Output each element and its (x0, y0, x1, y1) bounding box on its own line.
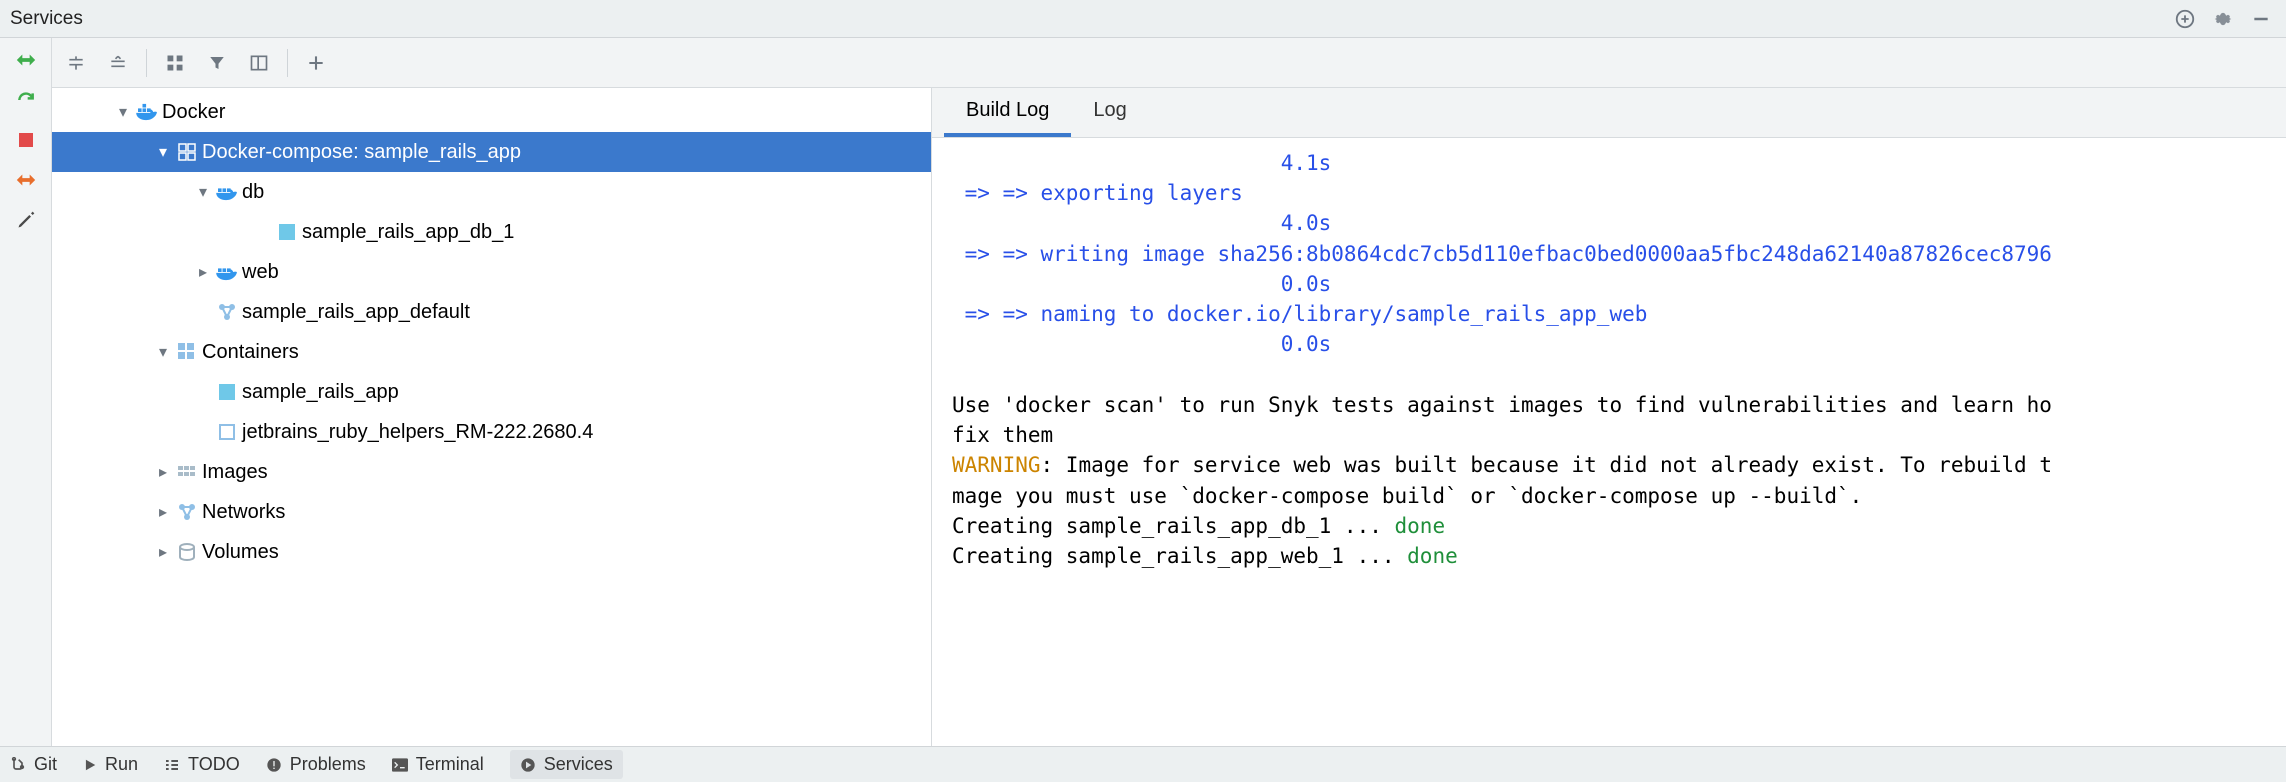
statusbar-problems[interactable]: Problems (266, 754, 366, 775)
gear-icon[interactable] (2208, 4, 2238, 34)
left-gutter (0, 38, 52, 746)
tree-node-db[interactable]: ▾ db (52, 172, 931, 212)
volumes-icon (174, 543, 200, 561)
network-icon (174, 503, 200, 521)
console-output[interactable]: 4.1s => => exporting layers 4.0s => => w… (932, 138, 2286, 746)
tree-node-compose[interactable]: ▾ Docker-compose: sample_rails_app (52, 132, 931, 172)
container-running-icon (214, 384, 240, 400)
layout-icon[interactable] (245, 49, 273, 77)
network-icon (214, 303, 240, 321)
add-icon[interactable] (302, 49, 330, 77)
chevron-right-icon: ▸ (152, 462, 174, 482)
container-running-icon (274, 224, 300, 240)
hide-icon[interactable] (2246, 4, 2276, 34)
docker-service-icon (214, 263, 240, 281)
tree-label: Containers (202, 341, 299, 364)
tree-label: db (242, 181, 264, 204)
chevron-right-icon: ▸ (192, 262, 214, 282)
statusbar-todo[interactable]: TODO (164, 754, 240, 775)
tree-label: Volumes (202, 541, 279, 564)
output-panel: Build Log Log 4.1s => => exporting layer… (932, 88, 2286, 746)
container-stopped-icon (214, 424, 240, 440)
compose-icon (174, 143, 200, 161)
tree-node-networks[interactable]: ▸ Networks (52, 492, 931, 532)
chevron-right-icon: ▸ (152, 502, 174, 522)
tree-node-web[interactable]: ▸ web (52, 252, 931, 292)
tab-log[interactable]: Log (1071, 88, 1148, 137)
tree-node-container-app[interactable]: sample_rails_app (52, 372, 931, 412)
statusbar-run[interactable]: Run (83, 754, 138, 775)
collapse-all-icon[interactable] (104, 49, 132, 77)
chevron-down-icon: ▾ (152, 142, 174, 162)
statusbar-git[interactable]: Git (10, 754, 57, 775)
edit-icon[interactable] (12, 206, 40, 234)
separator (287, 49, 288, 77)
chevron-down-icon: ▾ (112, 102, 134, 122)
tree-node-images[interactable]: ▸ Images (52, 452, 931, 492)
docker-service-icon (214, 183, 240, 201)
docker-icon (134, 103, 160, 121)
chevron-down-icon: ▾ (152, 342, 174, 362)
tool-window-title: Services (10, 8, 2162, 30)
group-by-icon[interactable] (161, 49, 189, 77)
output-tabs: Build Log Log (932, 88, 2286, 138)
tree-node-volumes[interactable]: ▸ Volumes (52, 532, 931, 572)
tree-label: jetbrains_ruby_helpers_RM-222.2680.4 (242, 421, 593, 444)
separator (146, 49, 147, 77)
tree-label: Images (202, 461, 268, 484)
rerun-icon[interactable] (12, 86, 40, 114)
tree-node-network-default[interactable]: sample_rails_app_default (52, 292, 931, 332)
tree-label: web (242, 261, 279, 284)
stop-icon[interactable] (12, 126, 40, 154)
tool-window-titlebar: Services (0, 0, 2286, 38)
chevron-down-icon: ▾ (192, 182, 214, 202)
add-service-icon[interactable] (2170, 4, 2200, 34)
statusbar-terminal[interactable]: Terminal (392, 754, 484, 775)
filter-icon[interactable] (203, 49, 231, 77)
down-icon[interactable] (12, 166, 40, 194)
expand-all-icon[interactable] (62, 49, 90, 77)
tree-node-container-helpers[interactable]: jetbrains_ruby_helpers_RM-222.2680.4 (52, 412, 931, 452)
images-icon (174, 463, 200, 481)
containers-group-icon (174, 343, 200, 361)
services-tree[interactable]: ▾ Docker ▾ Docker-compose: sample_rails_… (52, 88, 932, 746)
services-toolbar (52, 38, 2286, 88)
tree-label: sample_rails_app_db_1 (302, 221, 514, 244)
statusbar: Git Run TODO Problems Terminal Services (0, 746, 2286, 782)
deploy-icon[interactable] (12, 46, 40, 74)
tree-label: Networks (202, 501, 285, 524)
tree-node-db-container[interactable]: sample_rails_app_db_1 (52, 212, 931, 252)
tree-label: Docker (162, 101, 225, 124)
chevron-right-icon: ▸ (152, 542, 174, 562)
tree-label: Docker-compose: sample_rails_app (202, 141, 521, 164)
tree-label: sample_rails_app_default (242, 301, 470, 324)
tab-build-log[interactable]: Build Log (944, 88, 1071, 137)
tree-node-docker[interactable]: ▾ Docker (52, 92, 931, 132)
tree-node-containers[interactable]: ▾ Containers (52, 332, 931, 372)
statusbar-services[interactable]: Services (510, 750, 623, 779)
tree-label: sample_rails_app (242, 381, 399, 404)
